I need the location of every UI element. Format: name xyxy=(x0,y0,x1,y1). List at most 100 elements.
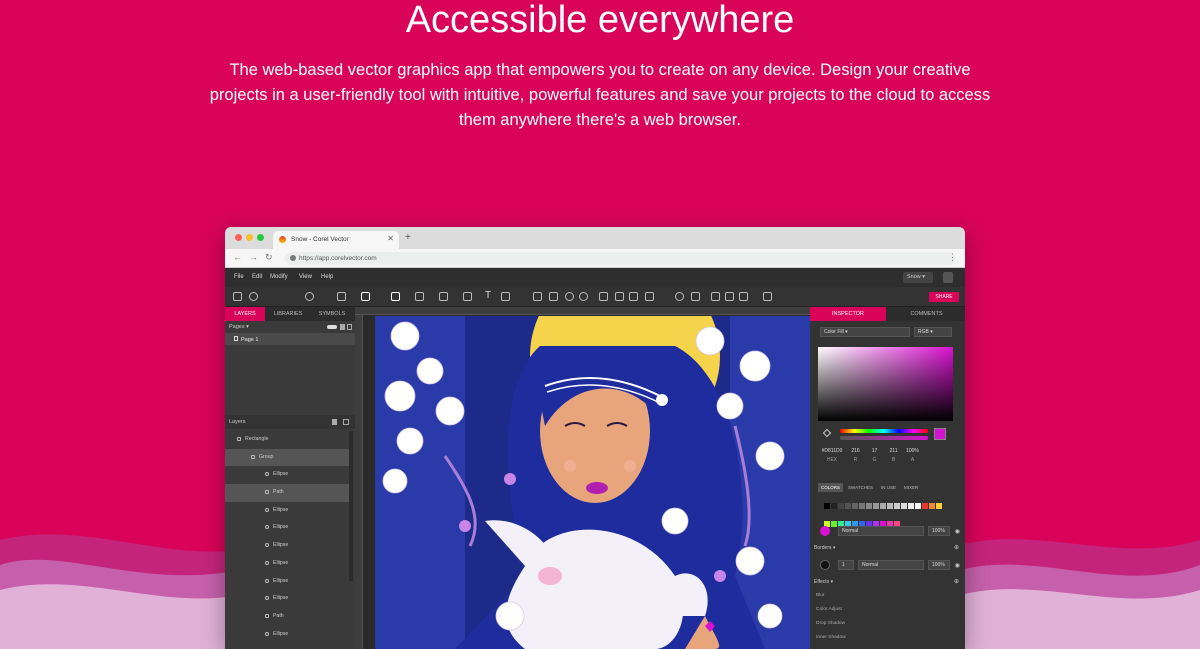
forward-icon[interactable]: → xyxy=(249,252,258,262)
border-swatch[interactable] xyxy=(820,560,830,570)
browser-tab[interactable]: Snow - Corel Vector ✕ xyxy=(273,231,399,249)
add-border-icon[interactable]: ⊕ xyxy=(954,544,959,551)
rotate-ccw-icon[interactable] xyxy=(579,292,588,301)
pages-toggle-icon[interactable] xyxy=(327,325,337,329)
tab-colors[interactable]: COLORS xyxy=(818,483,844,492)
site-info-icon[interactable] xyxy=(290,255,296,261)
border-width-field[interactable]: 1 xyxy=(838,560,854,570)
menu-edit[interactable]: Edit xyxy=(252,274,262,280)
color-swatch[interactable] xyxy=(929,503,935,509)
image-tool-icon[interactable] xyxy=(501,292,510,301)
color-swatch[interactable] xyxy=(845,503,851,509)
effect-blur[interactable]: Blur xyxy=(816,593,825,598)
layer-row[interactable]: Ellipse xyxy=(225,555,349,573)
snap-icon[interactable] xyxy=(305,292,314,301)
menu-modify[interactable]: Modify xyxy=(270,274,288,280)
color-swatch[interactable] xyxy=(908,503,914,509)
layer-row[interactable]: Ellipse xyxy=(225,502,349,520)
align-icon[interactable] xyxy=(533,292,542,301)
color-swatch[interactable] xyxy=(922,503,928,509)
boolean-icon[interactable] xyxy=(645,292,654,301)
color-swatch[interactable] xyxy=(936,503,942,509)
hue-slider[interactable] xyxy=(840,429,928,433)
pen-tool-icon[interactable] xyxy=(439,292,448,301)
color-swatch[interactable] xyxy=(866,503,872,509)
arrange-icon[interactable] xyxy=(629,292,638,301)
delete-layer-icon[interactable] xyxy=(332,419,337,425)
color-swatch[interactable] xyxy=(852,503,858,509)
color-swatch[interactable] xyxy=(824,503,830,509)
color-picker-area[interactable] xyxy=(818,347,953,421)
hex-value[interactable]: #D811D0 xyxy=(818,448,846,454)
alpha-slider[interactable] xyxy=(840,436,928,440)
fill-opacity-field[interactable]: 100% xyxy=(928,526,950,536)
color-mode-select[interactable]: RGB ▾ xyxy=(914,327,952,337)
tab-symbols[interactable]: SYMBOLS xyxy=(311,307,353,321)
document-selector[interactable]: Snow ▾ xyxy=(903,272,933,283)
close-tab-icon[interactable]: ✕ xyxy=(387,234,394,243)
hand-tool-icon[interactable] xyxy=(337,292,346,301)
layer-row[interactable]: Path xyxy=(225,608,349,626)
artwork-illustration[interactable] xyxy=(375,316,810,649)
flip-icon[interactable] xyxy=(549,292,558,301)
export-icon[interactable] xyxy=(763,292,772,301)
magnet-icon[interactable] xyxy=(361,292,370,301)
effect-drop-shadow[interactable]: Drop Shadow xyxy=(816,621,845,626)
fill-type-select[interactable]: Color Fill ▾ xyxy=(820,327,910,337)
r-value[interactable]: 216 xyxy=(846,448,865,454)
color-swatch[interactable] xyxy=(859,503,865,509)
color-swatch[interactable] xyxy=(838,503,844,509)
save-icon[interactable] xyxy=(233,292,242,301)
layer-row[interactable]: Ellipse xyxy=(225,466,349,484)
tab-in-use[interactable]: IN USE xyxy=(878,483,899,492)
fill-visibility-icon[interactable]: ◉ xyxy=(955,528,960,535)
a-value[interactable]: 100% xyxy=(903,448,922,454)
layer-row[interactable]: Ellipse xyxy=(225,626,349,644)
undo-icon[interactable] xyxy=(249,292,258,301)
layer-row[interactable]: Ellipse xyxy=(225,519,349,537)
color-swatch[interactable] xyxy=(901,503,907,509)
tab-swatches[interactable]: SWATCHES xyxy=(845,483,876,492)
border-blend-select[interactable]: Normal xyxy=(858,560,924,570)
paint-icon[interactable] xyxy=(691,292,700,301)
text-tool-icon[interactable]: T xyxy=(485,290,494,301)
effects-icon[interactable] xyxy=(711,292,720,301)
shape-tool-icon[interactable] xyxy=(415,292,424,301)
browser-menu-icon[interactable]: ⋮ xyxy=(948,252,957,263)
canvas-area[interactable] xyxy=(355,307,810,649)
eyedropper-icon[interactable] xyxy=(822,428,832,438)
add-effect-icon[interactable]: ⊕ xyxy=(954,578,959,585)
document-icon[interactable] xyxy=(943,272,953,283)
add-layer-icon[interactable] xyxy=(343,419,349,425)
border-opacity-field[interactable]: 100% xyxy=(928,560,950,570)
share-button[interactable]: SHARE xyxy=(929,292,959,302)
color-swatch[interactable] xyxy=(915,503,921,509)
color-swatch[interactable] xyxy=(873,503,879,509)
close-window-dot[interactable] xyxy=(235,234,242,241)
color-swatch[interactable] xyxy=(831,503,837,509)
layer-row[interactable]: Group xyxy=(225,448,349,467)
rotate-icon[interactable] xyxy=(565,292,574,301)
border-visibility-icon[interactable]: ◉ xyxy=(955,562,960,569)
color-swatch[interactable] xyxy=(880,503,886,509)
image-icon[interactable] xyxy=(725,292,734,301)
menu-help[interactable]: Help xyxy=(321,274,333,280)
tab-comments[interactable]: COMMENTS xyxy=(888,307,965,321)
fill-swatch[interactable] xyxy=(820,526,830,536)
color-swatch[interactable] xyxy=(894,503,900,509)
back-icon[interactable]: ← xyxy=(233,252,242,262)
select-tool-icon[interactable] xyxy=(391,292,400,301)
menu-file[interactable]: File xyxy=(234,274,244,280)
layer-row[interactable]: Rectangle xyxy=(225,431,349,449)
effect-color-adjust[interactable]: Color Adjust xyxy=(816,607,842,612)
new-tab-button[interactable]: + xyxy=(405,232,411,243)
tab-layers[interactable]: LAYERS xyxy=(225,307,265,321)
color-swatch[interactable] xyxy=(887,503,893,509)
layer-row[interactable]: Path xyxy=(225,484,349,502)
url-field[interactable]: https://app.corelvector.com xyxy=(285,252,955,265)
layers-scrollbar[interactable] xyxy=(349,431,353,581)
layer-row[interactable]: Ellipse xyxy=(225,537,349,555)
crop-icon[interactable] xyxy=(739,292,748,301)
minimize-window-dot[interactable] xyxy=(246,234,253,241)
delete-page-icon[interactable] xyxy=(340,324,345,330)
